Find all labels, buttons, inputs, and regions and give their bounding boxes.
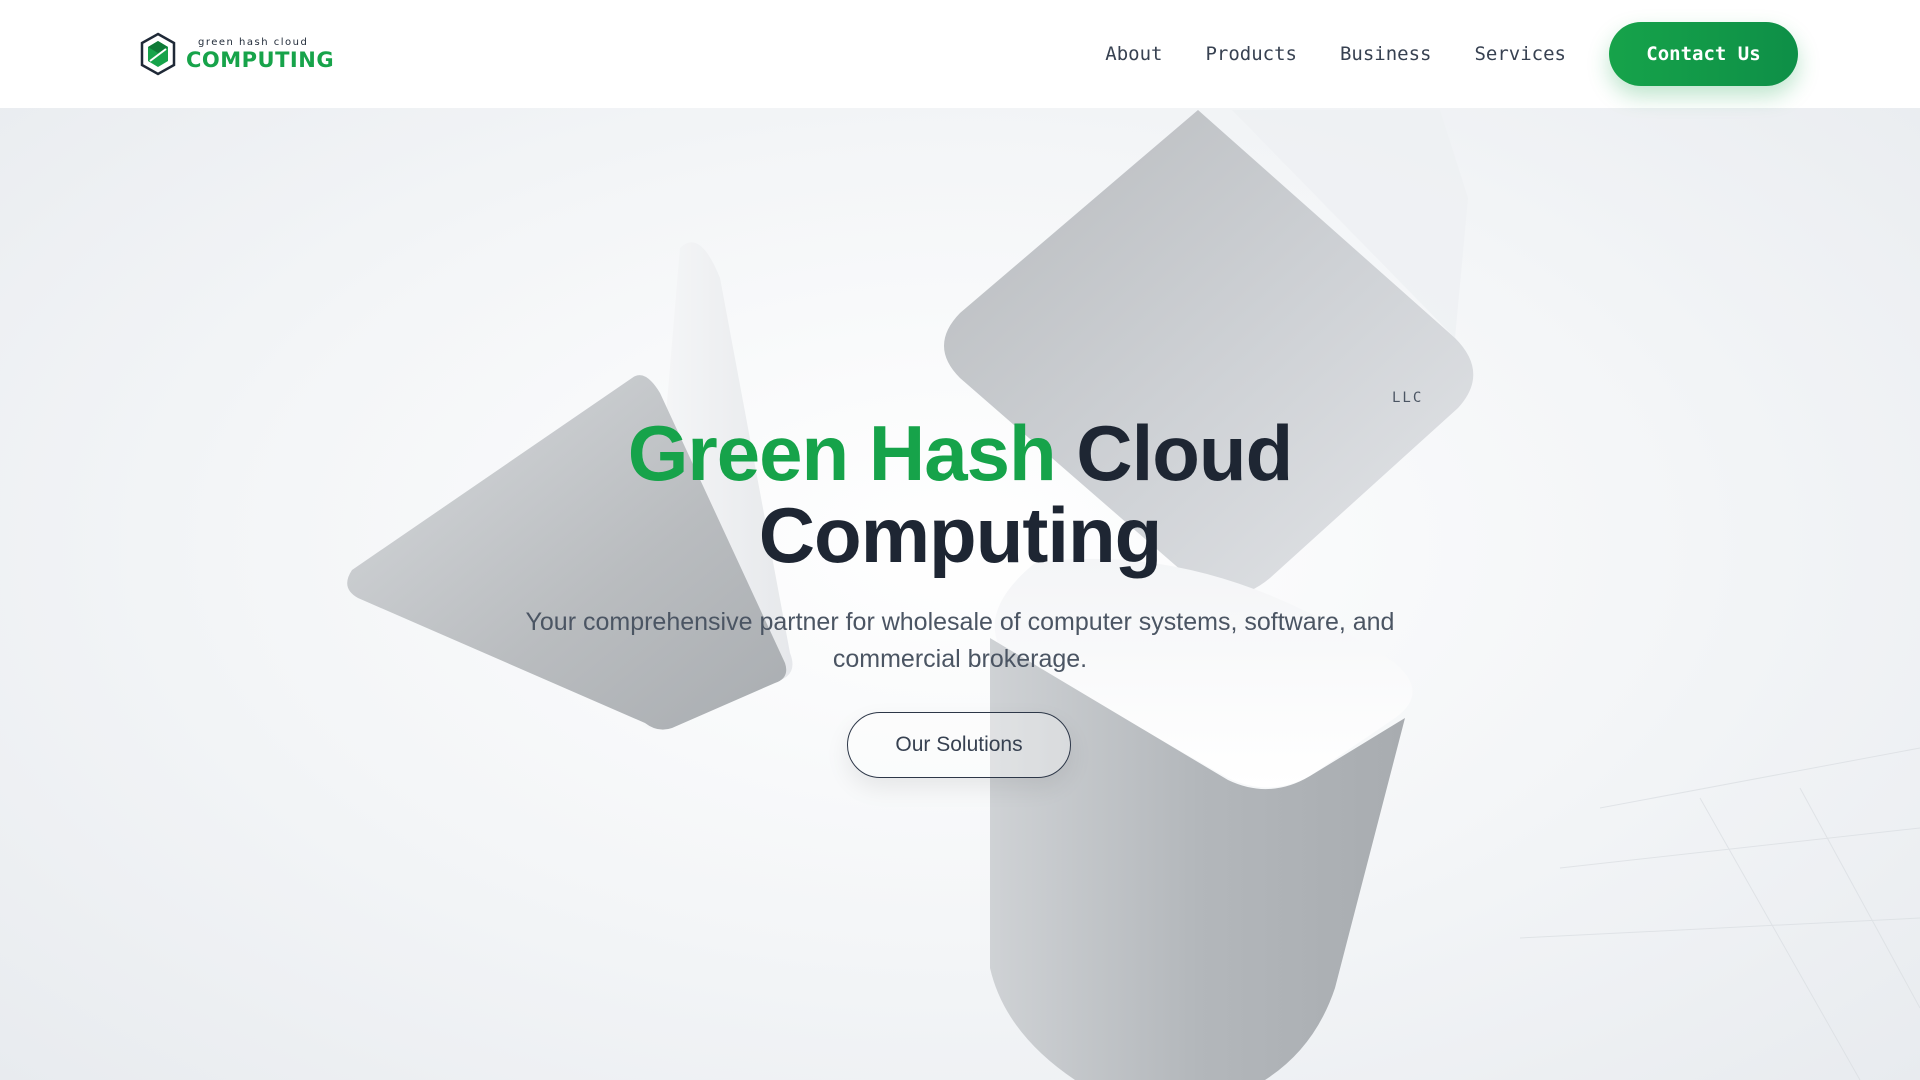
hero-title-cloud: Cloud [1076,409,1293,497]
site-header: green hash cloud COMPUTING About Product… [0,0,1920,108]
nav-item-about[interactable]: About [1105,43,1162,65]
nav-item-business[interactable]: Business [1340,43,1432,65]
logo-big-text: COMPUTING [186,48,335,72]
main-nav: About Products Business Services Contact… [1105,0,1798,108]
logo-text: green hash cloud COMPUTING [186,37,334,71]
hexagon-shield-icon [140,32,176,76]
our-solutions-button[interactable]: Our Solutions [847,712,1071,778]
hero-title: Green Hash Cloud Computing [0,412,1920,576]
nav-item-services[interactable]: Services [1474,43,1566,65]
nav-item-products[interactable]: Products [1205,43,1297,65]
llc-label: LLC [1392,390,1424,406]
hero-section: LLC Green Hash Cloud Computing Your comp… [0,108,1920,1080]
contact-us-button[interactable]: Contact Us [1609,22,1798,86]
hero-subtitle: Your comprehensive partner for wholesale… [525,608,1395,673]
hero-title-computing: Computing [758,491,1163,579]
hero-background-shapes [347,110,1920,1080]
hero-title-green: Green Hash [627,409,1057,497]
logo[interactable]: green hash cloud COMPUTING [140,32,334,76]
